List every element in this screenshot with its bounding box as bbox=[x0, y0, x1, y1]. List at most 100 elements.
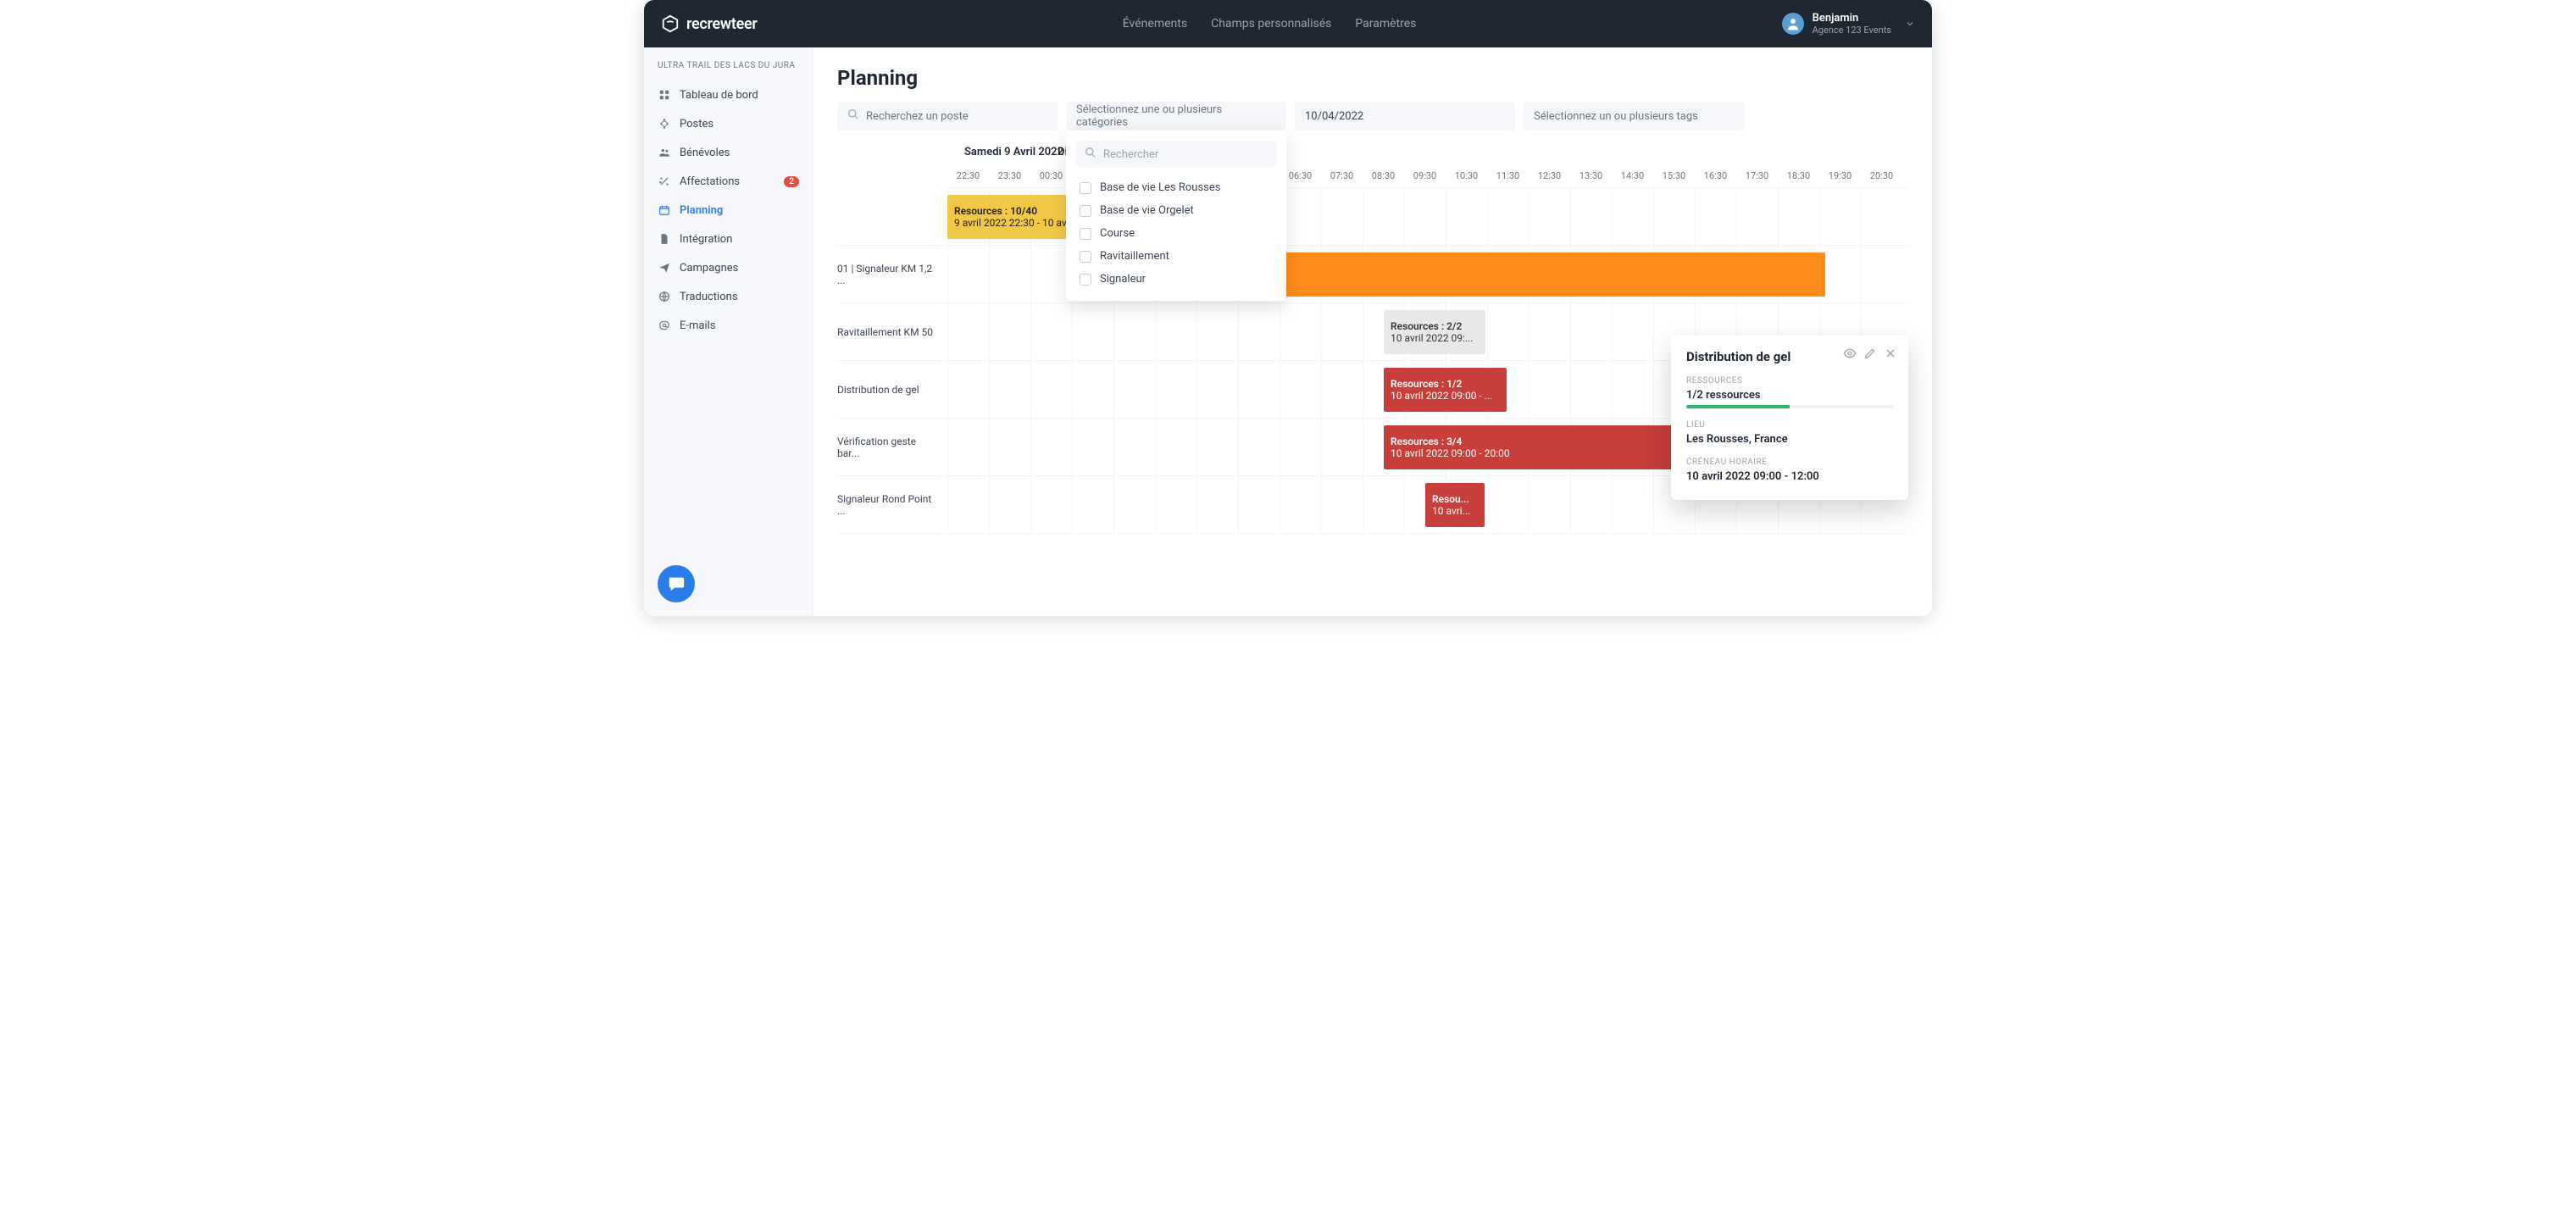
dropdown-option[interactable]: Base de vie Orgelet bbox=[1076, 199, 1276, 222]
date-value: 10/04/2022 bbox=[1305, 110, 1363, 123]
sidebar-item-label: Postes bbox=[680, 118, 713, 130]
at-icon bbox=[658, 319, 671, 332]
row-label: Distribution de gel bbox=[837, 361, 947, 418]
sidebar-item-label: Planning bbox=[680, 204, 723, 217]
sidebar-item-label: Intégration bbox=[680, 233, 732, 246]
assignments-badge: 2 bbox=[784, 176, 799, 187]
date-input[interactable]: 10/04/2022 bbox=[1295, 102, 1515, 130]
task-block[interactable]: Resou... 10 avri... bbox=[1425, 483, 1485, 527]
chevron-down-icon bbox=[1905, 16, 1915, 32]
row-label: Signaleur Rond Point ... bbox=[837, 476, 947, 533]
sidebar-item-volunteers[interactable]: Bénévoles bbox=[644, 138, 813, 167]
close-icon[interactable] bbox=[1883, 346, 1898, 361]
nav-settings[interactable]: Paramètres bbox=[1355, 17, 1416, 31]
positions-icon bbox=[658, 117, 671, 130]
search-placeholder: Recherchez un poste bbox=[866, 110, 969, 123]
logo[interactable]: recrewteer bbox=[661, 14, 758, 33]
dropdown-search-placeholder: Rechercher bbox=[1103, 148, 1158, 161]
user-name: Benjamin bbox=[1813, 12, 1891, 25]
brand-name: recrewteer bbox=[686, 15, 758, 33]
search-icon bbox=[847, 108, 859, 124]
task-block[interactable]: Resources : 2/2 10 avril 2022 09:... bbox=[1384, 310, 1485, 354]
checkbox[interactable] bbox=[1080, 182, 1091, 194]
time-cell: 10:30 bbox=[1446, 170, 1487, 181]
time-cell: 19:30 bbox=[1819, 170, 1861, 181]
sidebar-item-integration[interactable]: Intégration bbox=[644, 225, 813, 253]
tags-placeholder: Sélectionnez un ou plusieurs tags bbox=[1534, 110, 1698, 123]
sidebar-item-label: Campagnes bbox=[680, 262, 738, 275]
people-icon bbox=[658, 146, 671, 159]
time-cell: 17:30 bbox=[1736, 170, 1778, 181]
popover-section-label: CRÉNEAU HORAIRE bbox=[1686, 458, 1893, 467]
sidebar-item-dashboard[interactable]: Tableau de bord bbox=[644, 80, 813, 109]
time-cell: 07:30 bbox=[1321, 170, 1363, 181]
time-cell: 12:30 bbox=[1529, 170, 1570, 181]
chat-bubble[interactable] bbox=[658, 565, 695, 602]
nav-custom-fields[interactable]: Champs personnalisés bbox=[1211, 17, 1331, 31]
category-dropdown: Rechercher Base de vie Les Rousses Base … bbox=[1066, 130, 1286, 301]
user-menu[interactable]: Benjamin Agence 123 Events bbox=[1782, 12, 1915, 36]
nav-events[interactable]: Événements bbox=[1123, 17, 1187, 31]
time-cell: 09:30 bbox=[1404, 170, 1446, 181]
pencil-icon[interactable] bbox=[1863, 346, 1878, 361]
sidebar-item-label: Traductions bbox=[680, 291, 738, 303]
search-icon bbox=[1085, 147, 1096, 162]
sidebar-item-label: Bénévoles bbox=[680, 147, 730, 159]
timeline-row: Resources : 10/40 9 avril 2022 22:30 - 1… bbox=[837, 188, 1908, 246]
sidebar-item-emails[interactable]: E-mails bbox=[644, 311, 813, 340]
globe-icon bbox=[658, 290, 671, 303]
checkbox[interactable] bbox=[1080, 251, 1091, 263]
popover-timeslot: 10 avril 2022 09:00 - 12:00 bbox=[1686, 470, 1893, 483]
sidebar: ULTRA TRAIL DES LACS DU JURA Tableau de … bbox=[644, 47, 813, 616]
dropdown-option[interactable]: Ravitaillement bbox=[1076, 245, 1276, 268]
avatar bbox=[1782, 13, 1804, 35]
day-label-sat: Samedi 9 Avril 2022 bbox=[964, 146, 1063, 158]
time-cell: 14:30 bbox=[1612, 170, 1653, 181]
file-icon bbox=[658, 232, 671, 246]
logo-icon bbox=[661, 14, 680, 33]
sidebar-item-label: Tableau de bord bbox=[680, 89, 758, 102]
main: Planning Recherchez un poste Sélectionne… bbox=[813, 47, 1932, 616]
dropdown-option[interactable]: Base de vie Les Rousses bbox=[1076, 176, 1276, 199]
popover-location: Les Rousses, France bbox=[1686, 433, 1893, 446]
checkbox[interactable] bbox=[1080, 205, 1091, 217]
row-label bbox=[837, 188, 947, 245]
popover-resources: 1/2 ressources bbox=[1686, 389, 1893, 402]
task-block[interactable]: Resources : 1/2 10 avril 2022 09:00 - ..… bbox=[1384, 368, 1507, 412]
sidebar-item-translations[interactable]: Traductions bbox=[644, 282, 813, 311]
checkbox[interactable] bbox=[1080, 228, 1091, 240]
task-popover: Distribution de gel RESSOURCES 1/2 resso… bbox=[1671, 336, 1908, 500]
eye-icon[interactable] bbox=[1842, 346, 1857, 361]
user-org: Agence 123 Events bbox=[1813, 25, 1891, 36]
tags-select[interactable]: Sélectionnez un ou plusieurs tags bbox=[1524, 102, 1744, 130]
checkbox[interactable] bbox=[1080, 274, 1091, 286]
timeline-row: 01 | Signaleur KM 1,2 ... 10 avril 2022 … bbox=[837, 246, 1908, 303]
time-cell: 13:30 bbox=[1570, 170, 1612, 181]
time-cell: 11:30 bbox=[1487, 170, 1529, 181]
filters: Recherchez un poste Sélectionnez une ou … bbox=[837, 102, 1908, 130]
dropdown-search[interactable]: Rechercher bbox=[1076, 141, 1276, 168]
row-label: Vérification geste bar... bbox=[837, 419, 947, 475]
dropdown-option[interactable]: Course bbox=[1076, 222, 1276, 245]
time-cell: 20:30 bbox=[1861, 170, 1902, 181]
sidebar-item-planning[interactable]: Planning bbox=[644, 196, 813, 225]
category-placeholder: Sélectionnez une ou plusieurs catégories bbox=[1076, 103, 1276, 129]
row-label: 01 | Signaleur KM 1,2 ... bbox=[837, 246, 947, 302]
calendar-icon bbox=[658, 203, 671, 217]
time-cell: 15:30 bbox=[1653, 170, 1695, 181]
time-cell: 08:30 bbox=[1363, 170, 1404, 181]
send-icon bbox=[658, 261, 671, 275]
dropdown-option[interactable]: Signaleur bbox=[1076, 268, 1276, 291]
row-label: Ravitaillement KM 50 bbox=[837, 303, 947, 360]
sidebar-item-positions[interactable]: Postes bbox=[644, 109, 813, 138]
search-input[interactable]: Recherchez un poste bbox=[837, 102, 1058, 130]
category-select[interactable]: Sélectionnez une ou plusieurs catégories… bbox=[1066, 102, 1286, 130]
page-title: Planning bbox=[837, 66, 1908, 90]
sidebar-item-assignments[interactable]: Affectations 2 bbox=[644, 167, 813, 196]
time-cell: 16:30 bbox=[1695, 170, 1736, 181]
popover-section-label: LIEU bbox=[1686, 420, 1893, 430]
sidebar-item-label: Affectations bbox=[680, 175, 740, 188]
time-cell: 23:30 bbox=[989, 170, 1030, 181]
sidebar-item-campaigns[interactable]: Campagnes bbox=[644, 253, 813, 282]
time-cell: 18:30 bbox=[1778, 170, 1819, 181]
